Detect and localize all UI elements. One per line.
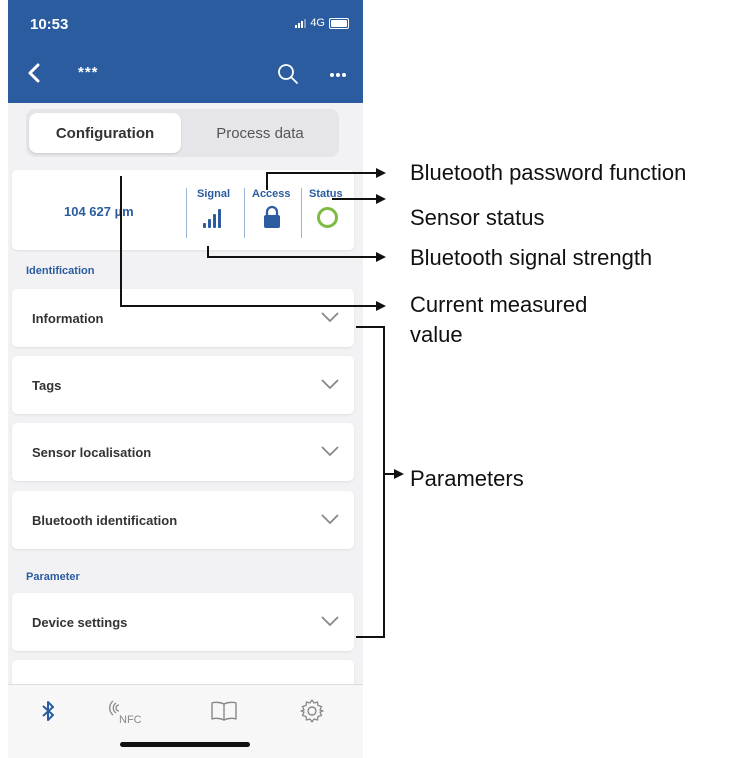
callout-line-password: [266, 172, 380, 190]
annotation-signal-strength: Bluetooth signal strength: [410, 245, 653, 270]
annotation-parameters: Parameters: [410, 466, 524, 491]
arrowhead: [394, 469, 404, 479]
arrowhead: [376, 301, 386, 311]
arrowhead: [376, 194, 386, 204]
callout-bracket-parameters: [356, 326, 385, 638]
arrowhead: [376, 252, 386, 262]
callout-line-signal: [207, 246, 380, 258]
annotation-measured-line1: Current measured: [410, 292, 588, 317]
callout-lines: [120, 168, 404, 638]
annotation-sensor-status: Sensor status: [410, 205, 545, 230]
annotation-measured-line2: value: [410, 322, 463, 347]
arrowhead: [376, 168, 386, 178]
annotation-password: Bluetooth password function: [410, 160, 687, 185]
callout-line-measured: [120, 176, 380, 307]
